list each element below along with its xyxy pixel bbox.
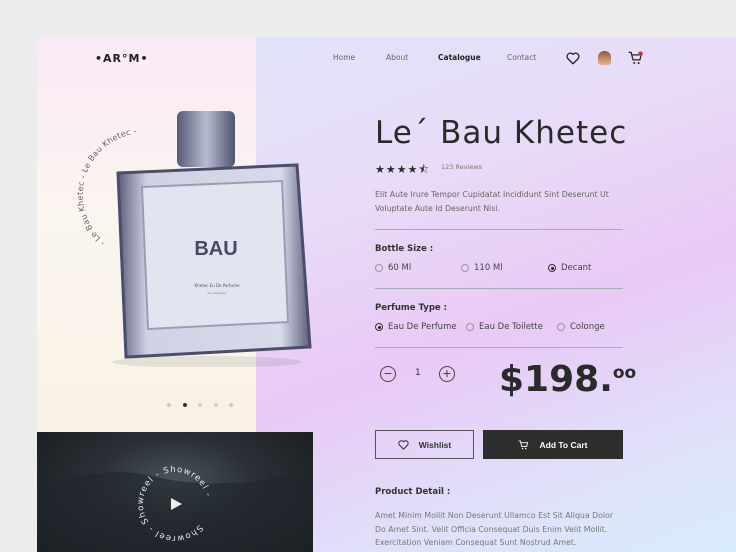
type-eau-de-perfume[interactable]: Eau De Perfume bbox=[375, 322, 457, 332]
slide-dot[interactable] bbox=[229, 403, 233, 407]
reviews-count[interactable]: 123 Reviews bbox=[441, 163, 482, 171]
bottle-sublabel-2: for everyday bbox=[207, 291, 226, 295]
price-cents: oo bbox=[612, 363, 637, 383]
divider bbox=[375, 347, 623, 348]
option-label: Colonge bbox=[570, 322, 605, 332]
perfume-bottle-image: BAU Khetec Eu De Parfume for everyday - … bbox=[76, 111, 312, 367]
product-description: Elit Aute Irure Tempor Cupidatat Incidid… bbox=[375, 190, 609, 213]
radio[interactable] bbox=[557, 323, 565, 331]
heart-icon[interactable] bbox=[566, 52, 580, 65]
logo[interactable]: •AR°M• bbox=[95, 52, 149, 65]
option-label: Eau De Toilette bbox=[479, 322, 543, 332]
radio[interactable] bbox=[461, 264, 469, 272]
quantity-value[interactable]: 1 bbox=[415, 368, 421, 378]
decrease-quantity-button[interactable]: − bbox=[380, 366, 396, 382]
wishlist-button[interactable]: Wishlist bbox=[375, 430, 474, 459]
bottle-size-label: Bottle Size : bbox=[375, 244, 434, 254]
bottle-size-60ml[interactable]: 60 Ml bbox=[375, 263, 411, 273]
bottle-label: BAU bbox=[194, 238, 237, 260]
nav-catalogue[interactable]: Catalogue bbox=[438, 53, 481, 62]
cart-icon[interactable] bbox=[628, 51, 643, 65]
nav-home[interactable]: Home bbox=[333, 53, 355, 62]
increase-quantity-button[interactable]: + bbox=[439, 366, 455, 382]
nav-about[interactable]: About bbox=[386, 53, 408, 62]
option-label: Decant bbox=[561, 263, 592, 273]
heart-icon bbox=[398, 439, 409, 450]
product-detail-text: Amet Minim Mollit Non Deserunt Ullamco E… bbox=[375, 511, 614, 547]
star-rating: ★★★★⯪ bbox=[375, 163, 430, 176]
type-eau-de-toilette[interactable]: Eau De Toilette bbox=[466, 322, 543, 332]
product-detail-label: Product Detail : bbox=[375, 487, 451, 497]
slide-dot[interactable] bbox=[167, 403, 171, 407]
radio[interactable] bbox=[466, 323, 474, 331]
avatar[interactable] bbox=[598, 51, 611, 65]
radio-selected[interactable] bbox=[375, 323, 383, 331]
type-colonge[interactable]: Colonge bbox=[557, 322, 605, 332]
showreel-video[interactable]: Showreel - Showreel - Showreel - bbox=[37, 432, 313, 552]
option-label: Eau De Perfume bbox=[388, 322, 457, 332]
wishlist-label: Wishlist bbox=[418, 439, 452, 450]
option-label: 60 Ml bbox=[388, 263, 412, 273]
bottle-sublabel: Khetec Eu De Parfume bbox=[195, 283, 240, 288]
cart-icon bbox=[518, 439, 529, 449]
slide-dot-active[interactable] bbox=[183, 403, 187, 407]
showreel-badge[interactable]: Showreel - Showreel - Showreel - bbox=[37, 432, 313, 552]
slide-dot[interactable] bbox=[214, 403, 218, 407]
nav-contact[interactable]: Contact bbox=[507, 53, 536, 62]
product-title: Le´ Bau Khetec bbox=[375, 115, 628, 151]
add-to-cart-button[interactable]: Add To Cart bbox=[483, 430, 623, 459]
divider bbox=[375, 288, 623, 289]
radio[interactable] bbox=[375, 264, 383, 272]
option-label: 110 Ml bbox=[474, 263, 503, 273]
add-to-cart-label: Add To Cart bbox=[539, 439, 588, 450]
bottle-size-110ml[interactable]: 110 Ml bbox=[461, 263, 503, 273]
slide-dot[interactable] bbox=[198, 403, 202, 407]
perfume-type-label: Perfume Type : bbox=[375, 303, 448, 313]
radio-selected[interactable] bbox=[548, 264, 556, 272]
product-page: •AR°M• Home About Catalogue Contact BAU … bbox=[37, 37, 736, 552]
price: $198.oo bbox=[499, 359, 636, 400]
price-main: $198. bbox=[499, 359, 613, 400]
divider bbox=[375, 229, 623, 230]
bottle-size-decant[interactable]: Decant bbox=[548, 263, 591, 273]
